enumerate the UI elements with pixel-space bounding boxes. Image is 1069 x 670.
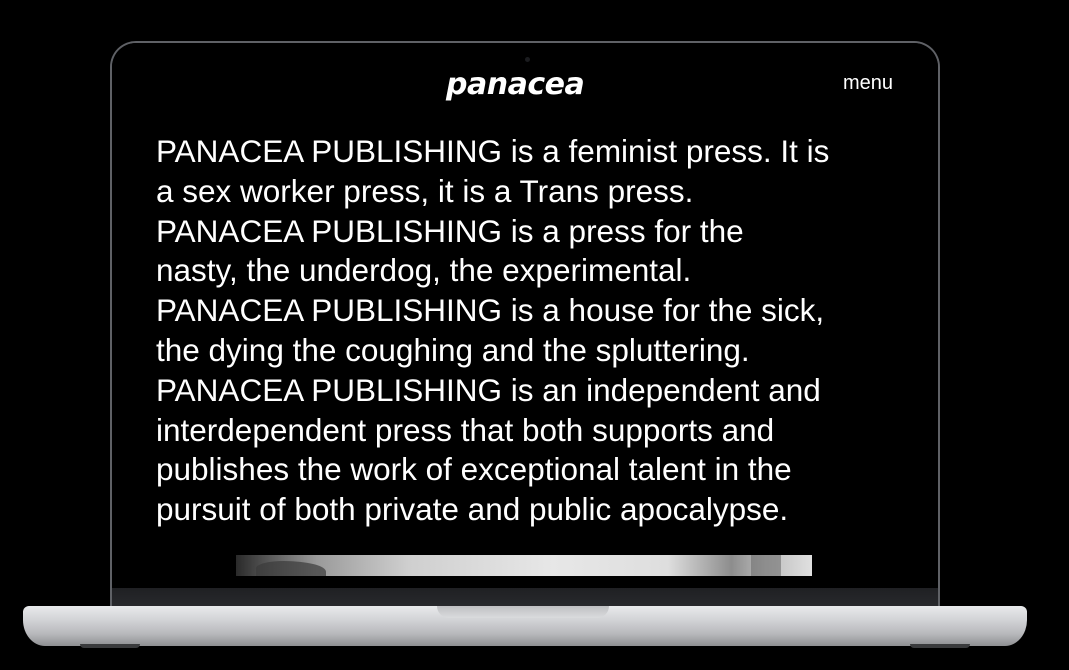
laptop-foot-right — [910, 644, 970, 648]
laptop-foot-left — [80, 644, 140, 648]
manifesto-line: the dying the coughing and the splutteri… — [156, 331, 750, 368]
laptop-base — [23, 606, 1027, 646]
manifesto-line: PANACEA PUBLISHING is a feminist press. … — [156, 133, 830, 169]
site-logo[interactable]: panacea — [446, 65, 585, 105]
menu-button[interactable]: menu — [843, 71, 893, 95]
laptop-lid: panacea menu PANACEA PUBLISHING is a fem… — [110, 41, 940, 611]
browser-viewport: panacea menu PANACEA PUBLISHING is a fem… — [112, 43, 938, 588]
manifesto-line: interdependent press that both supports … — [156, 411, 775, 448]
manifesto-line: nasty, the underdog, the experimental. — [156, 252, 692, 289]
hero-image — [236, 555, 812, 576]
manifesto-line: PANACEA PUBLISHING is a house for the si… — [156, 292, 825, 329]
manifesto-line: pursuit of both private and public apoca… — [156, 491, 789, 528]
camera-icon — [525, 57, 530, 62]
manifesto-text: PANACEA PUBLISHING is a feminist press. … — [156, 132, 906, 530]
trackpad-notch — [437, 606, 609, 618]
manifesto-line: PANACEA PUBLISHING is a press for the — [156, 212, 744, 249]
manifesto-line: a sex worker press, it is a Trans press. — [156, 172, 694, 209]
manifesto-line: PANACEA PUBLISHING is an independent and — [156, 371, 821, 408]
manifesto-line: publishes the work of exceptional talent… — [156, 451, 792, 488]
device-mockup: panacea menu PANACEA PUBLISHING is a fem… — [0, 0, 1069, 670]
